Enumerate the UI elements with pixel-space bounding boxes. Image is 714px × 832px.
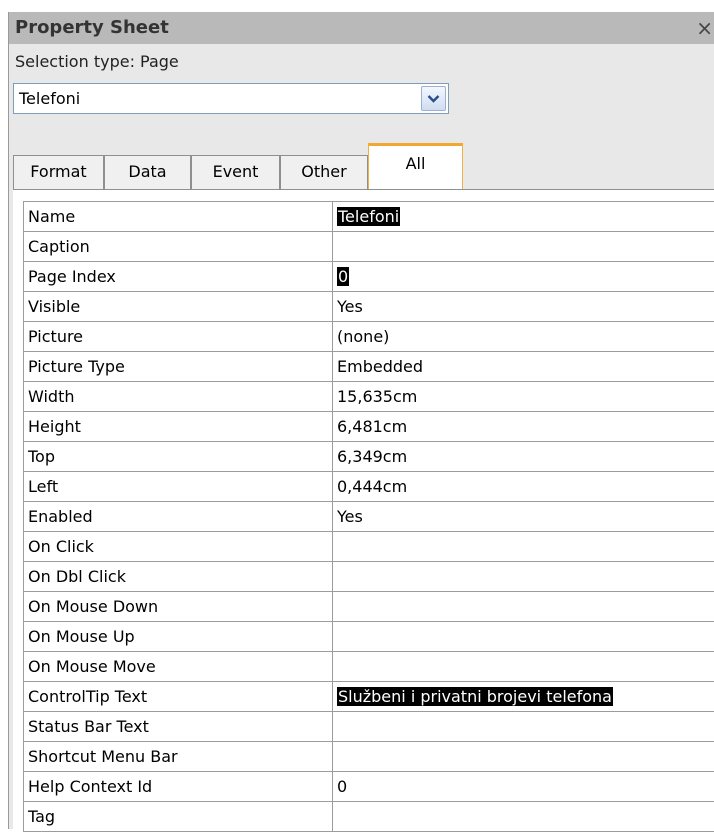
property-value[interactable]: 15,635cm bbox=[333, 382, 714, 412]
property-value[interactable]: 0 bbox=[333, 772, 714, 802]
property-value[interactable]: Službeni i privatni brojevi telefona bbox=[333, 682, 714, 712]
property-row[interactable]: On Dbl Click bbox=[24, 562, 714, 592]
tab-format[interactable]: Format bbox=[13, 155, 104, 189]
property-grid: Name Telefoni Caption Page Index 0 Visible Yes… bbox=[13, 189, 714, 832]
chevron-down-icon bbox=[427, 95, 440, 103]
property-name[interactable]: Tag bbox=[24, 802, 333, 832]
property-name[interactable]: Height bbox=[24, 412, 333, 442]
property-value[interactable] bbox=[333, 712, 714, 742]
property-row[interactable]: Name Telefoni bbox=[24, 202, 714, 232]
tab-other[interactable]: Other bbox=[280, 155, 368, 189]
property-value[interactable] bbox=[333, 592, 714, 622]
property-value[interactable] bbox=[333, 742, 714, 772]
property-value[interactable]: 6,481cm bbox=[333, 412, 714, 442]
tab-strip: Format Data Event Other All bbox=[13, 143, 713, 189]
property-name[interactable]: Name bbox=[24, 202, 333, 232]
property-row[interactable]: ControlTip Text Službeni i privatni broje… bbox=[24, 682, 714, 712]
property-row[interactable]: Left 0,444cm bbox=[24, 472, 714, 502]
property-name[interactable]: Left bbox=[24, 472, 333, 502]
property-row[interactable]: Help Context Id 0 bbox=[24, 772, 714, 802]
property-row[interactable]: Shortcut Menu Bar bbox=[24, 742, 714, 772]
property-row[interactable]: Top 6,349cm bbox=[24, 442, 714, 472]
property-row[interactable]: Enabled Yes bbox=[24, 502, 714, 532]
property-value[interactable] bbox=[333, 562, 714, 592]
property-name[interactable]: On Mouse Move bbox=[24, 652, 333, 682]
property-value[interactable] bbox=[333, 802, 714, 832]
property-name[interactable]: Page Index bbox=[24, 262, 333, 292]
property-row[interactable]: Visible Yes bbox=[24, 292, 714, 322]
property-name[interactable]: On Mouse Up bbox=[24, 622, 333, 652]
close-icon[interactable]: × bbox=[696, 16, 713, 40]
tab-all[interactable]: All bbox=[368, 143, 463, 189]
property-row[interactable]: Height 6,481cm bbox=[24, 412, 714, 442]
property-name[interactable]: Visible bbox=[24, 292, 333, 322]
property-row[interactable]: Page Index 0 bbox=[24, 262, 714, 292]
property-table: Name Telefoni Caption Page Index 0 Visible Yes… bbox=[23, 201, 714, 832]
property-row[interactable]: Picture Type Embedded bbox=[24, 352, 714, 382]
property-row[interactable]: On Mouse Move bbox=[24, 652, 714, 682]
title-bar: Property Sheet × bbox=[9, 12, 714, 44]
property-value[interactable] bbox=[333, 232, 714, 262]
property-name[interactable]: Help Context Id bbox=[24, 772, 333, 802]
property-name[interactable]: On Click bbox=[24, 532, 333, 562]
property-name[interactable]: Enabled bbox=[24, 502, 333, 532]
property-name[interactable]: Status Bar Text bbox=[24, 712, 333, 742]
property-value[interactable] bbox=[333, 652, 714, 682]
property-row[interactable]: On Mouse Up bbox=[24, 622, 714, 652]
property-row[interactable]: Picture (none) bbox=[24, 322, 714, 352]
property-value[interactable]: 0 bbox=[333, 262, 714, 292]
property-value[interactable]: 6,349cm bbox=[333, 442, 714, 472]
property-value[interactable]: 0,444cm bbox=[333, 472, 714, 502]
property-value[interactable] bbox=[333, 532, 714, 562]
property-row[interactable]: Status Bar Text bbox=[24, 712, 714, 742]
object-select-dropdown[interactable]: Telefoni bbox=[13, 83, 449, 114]
property-name[interactable]: On Dbl Click bbox=[24, 562, 333, 592]
property-row[interactable]: Tag bbox=[24, 802, 714, 832]
selected-value-text: Telefoni bbox=[337, 207, 401, 226]
tab-event[interactable]: Event bbox=[191, 155, 280, 189]
property-name[interactable]: Top bbox=[24, 442, 333, 472]
object-select-value: Telefoni bbox=[19, 89, 81, 108]
property-name[interactable]: Shortcut Menu Bar bbox=[24, 742, 333, 772]
selected-value-text: 0 bbox=[337, 267, 350, 286]
selection-type-label: Selection type: Page bbox=[15, 52, 179, 71]
property-row[interactable]: On Mouse Down bbox=[24, 592, 714, 622]
property-value[interactable]: Yes bbox=[333, 502, 714, 532]
property-value[interactable]: Yes bbox=[333, 292, 714, 322]
dropdown-button[interactable] bbox=[421, 86, 446, 111]
panel-title: Property Sheet bbox=[15, 17, 169, 38]
property-row[interactable]: Width 15,635cm bbox=[24, 382, 714, 412]
property-row[interactable]: On Click bbox=[24, 532, 714, 562]
property-name[interactable]: Picture Type bbox=[24, 352, 333, 382]
property-name[interactable]: ControlTip Text bbox=[24, 682, 333, 712]
property-name[interactable]: Caption bbox=[24, 232, 333, 262]
property-value[interactable]: Embedded bbox=[333, 352, 714, 382]
tab-data[interactable]: Data bbox=[104, 155, 191, 189]
property-value[interactable]: (none) bbox=[333, 322, 714, 352]
property-name[interactable]: On Mouse Down bbox=[24, 592, 333, 622]
property-name[interactable]: Picture bbox=[24, 322, 333, 352]
selected-value-text: Službeni i privatni brojevi telefona bbox=[337, 687, 613, 706]
property-value[interactable] bbox=[333, 622, 714, 652]
property-sheet-pane: Property Sheet × Selection type: Page Te… bbox=[8, 12, 714, 832]
property-value[interactable]: Telefoni bbox=[333, 202, 714, 232]
property-row[interactable]: Caption bbox=[24, 232, 714, 262]
property-name[interactable]: Width bbox=[24, 382, 333, 412]
